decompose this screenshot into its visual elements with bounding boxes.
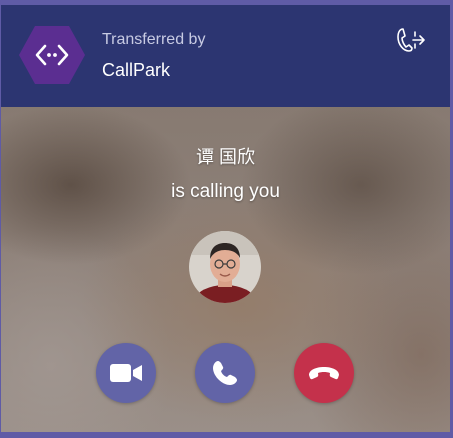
code-hexagon-icon — [18, 25, 86, 85]
phone-icon — [213, 361, 237, 385]
window-bottom-border — [0, 432, 453, 438]
hang-up-icon — [309, 367, 339, 380]
decline-call-button[interactable] — [294, 343, 354, 403]
accept-video-button[interactable] — [96, 343, 156, 403]
accept-audio-button[interactable] — [195, 343, 255, 403]
video-camera-icon — [110, 364, 142, 382]
call-status: is calling you — [171, 181, 280, 202]
call-header: Transferred by CallPark — [1, 5, 450, 107]
incoming-call-card: Transferred by CallPark 谭 国欣 is calling … — [1, 5, 450, 432]
app-name: CallPark — [102, 60, 171, 80]
transfer-call-icon — [397, 28, 425, 52]
transferred-by-label: Transferred by — [102, 31, 206, 48]
caller-name: 谭 国欣 — [195, 147, 255, 167]
transfer-call-button[interactable] — [393, 25, 429, 55]
incoming-call-window: Transferred by CallPark 谭 国欣 is calling … — [0, 0, 453, 438]
avatar — [189, 231, 261, 303]
